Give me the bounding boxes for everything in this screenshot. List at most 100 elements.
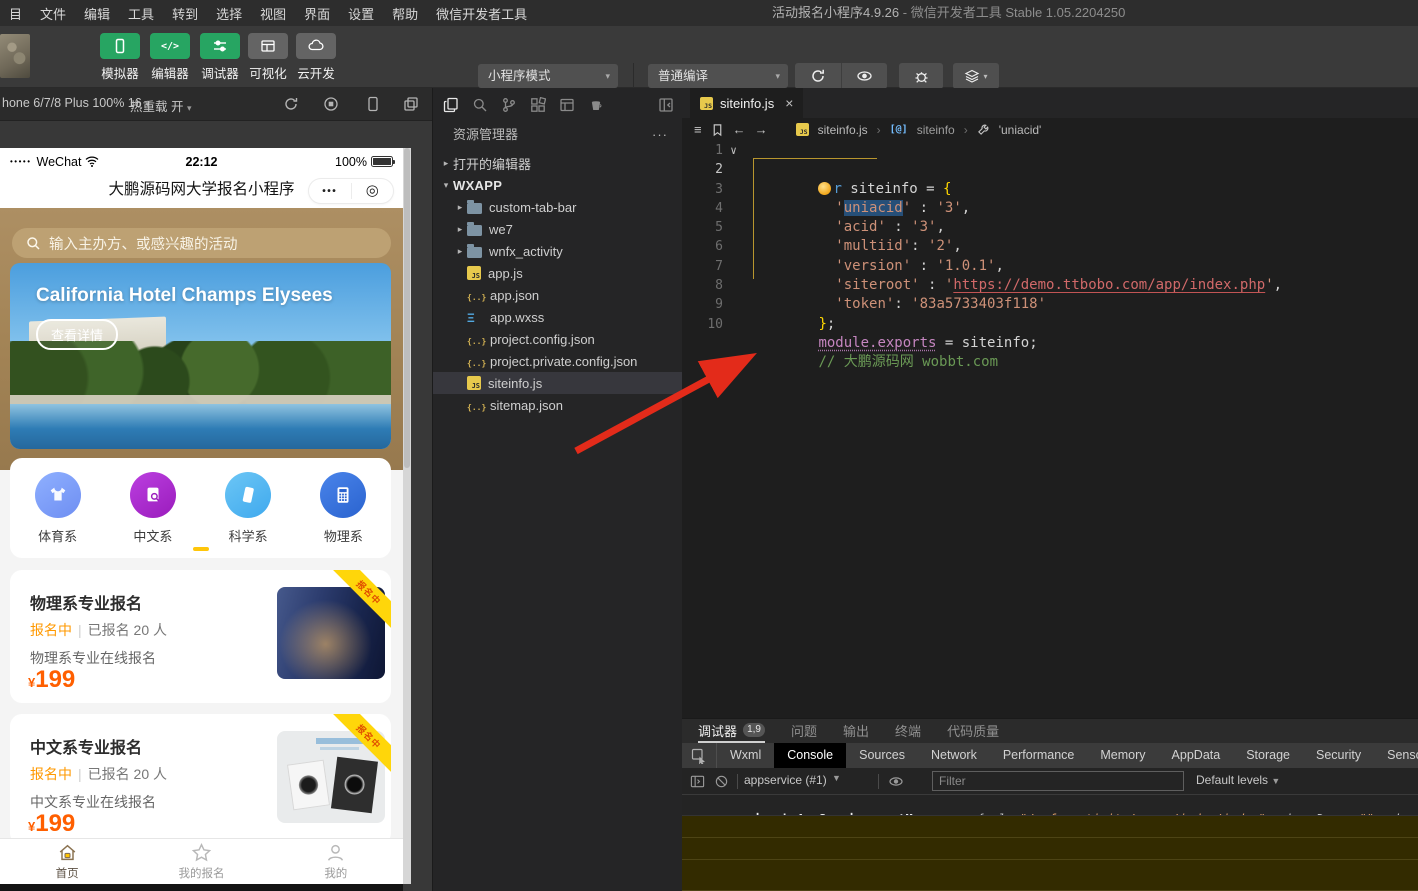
menu-item[interactable]: 界面: [295, 4, 339, 23]
rotate-icon[interactable]: [283, 96, 299, 112]
devtools-tab[interactable]: Console: [774, 743, 846, 768]
collapse-sidebar-icon[interactable]: [658, 97, 674, 113]
tea-icon[interactable]: [588, 97, 605, 113]
clear-cache-button[interactable]: ▾: [953, 63, 999, 89]
breadcrumb-member[interactable]: 'uniacid': [999, 123, 1042, 137]
visualizer-toggle[interactable]: 可视化: [246, 33, 290, 82]
fold-chevron-icon[interactable]: [723, 295, 744, 314]
menu-item[interactable]: 文件: [31, 4, 75, 23]
tree-item[interactable]: app.wxss: [433, 306, 682, 328]
panel-tab[interactable]: 输出: [843, 719, 869, 743]
tree-item[interactable]: project.private.config.json: [433, 350, 682, 372]
more-icon[interactable]: •••: [309, 186, 351, 197]
fold-chevron-icon[interactable]: [723, 276, 744, 295]
fold-chevron-icon[interactable]: [723, 237, 744, 256]
tree-item[interactable]: ▸ custom-tab-bar: [433, 196, 682, 218]
forward-icon[interactable]: →: [755, 122, 768, 137]
record-stop-icon[interactable]: [323, 96, 339, 112]
panel-tab[interactable]: 代码质量: [947, 719, 999, 743]
breadcrumb-symbol[interactable]: siteinfo: [917, 123, 955, 137]
fold-chevron-icon[interactable]: [723, 218, 744, 237]
tree-item[interactable]: app.json: [433, 284, 682, 306]
tree-item[interactable]: app.js: [433, 262, 682, 284]
fold-chevron-icon[interactable]: [723, 315, 744, 334]
inspect-element-icon[interactable]: [682, 743, 717, 768]
category-physics[interactable]: 物理系: [308, 472, 378, 558]
files-icon[interactable]: [443, 97, 459, 113]
devtools-tab[interactable]: Sources: [846, 743, 918, 768]
devtools-tab[interactable]: AppData: [1159, 743, 1234, 768]
fold-chevron-icon[interactable]: [723, 257, 744, 276]
tree-item[interactable]: ▸ 打开的编辑器: [433, 152, 682, 174]
menu-item[interactable]: 视图: [251, 4, 295, 23]
bookmark-icon[interactable]: [711, 123, 724, 137]
menu-item[interactable]: 目: [0, 4, 31, 23]
tree-item[interactable]: ▸ wnfx_activity: [433, 240, 682, 262]
live-expression-icon[interactable]: [888, 774, 904, 789]
menu-item[interactable]: 微信开发者工具: [427, 4, 536, 23]
category-sports[interactable]: 体育系: [23, 472, 93, 558]
activity-card-physics[interactable]: 物理系专业报名 报名中|已报名 20 人 物理系专业在线报名 ¥199 报名中: [10, 570, 391, 703]
console-row[interactable]: invokeAppService postMessage ▸{url: "/wn…: [682, 795, 1418, 816]
simulator-toggle[interactable]: 模拟器: [98, 33, 142, 82]
more-actions-icon[interactable]: ···: [652, 121, 668, 148]
menu-item[interactable]: 帮助: [383, 4, 427, 23]
menu-item[interactable]: 编辑: [75, 4, 119, 23]
devtools-tab[interactable]: Sensor: [1374, 743, 1418, 768]
tab-siteinfo-js[interactable]: siteinfo.js ×: [690, 88, 803, 118]
menu-item[interactable]: 转到: [163, 4, 207, 23]
devtools-tab[interactable]: Network: [918, 743, 990, 768]
execution-context-selector[interactable]: appservice (#1): [744, 773, 827, 787]
devtools-tab[interactable]: Wxml: [717, 743, 774, 768]
console-row[interactable]: ⚠▸Setting data field "cateswitch" to und…: [682, 838, 1418, 860]
fold-chevron-icon[interactable]: ∨: [723, 141, 744, 160]
preview-button[interactable]: [841, 63, 887, 89]
code-editor[interactable]: 1 ∨ r siteinfo = { 2 'uniacid' : '3', 3 …: [682, 141, 1418, 718]
devtools-tab[interactable]: Performance: [990, 743, 1088, 768]
devtools-tab[interactable]: Security: [1303, 743, 1374, 768]
banner-detail-button[interactable]: 查看详情: [36, 319, 118, 350]
tab-my-registrations[interactable]: 我的报名: [134, 839, 268, 884]
source-control-icon[interactable]: [501, 97, 517, 113]
panel-tab[interactable]: 问题: [791, 719, 817, 743]
back-icon[interactable]: ←: [733, 122, 746, 137]
tree-item[interactable]: ▸ we7: [433, 218, 682, 240]
tree-item[interactable]: siteinfo.js: [433, 372, 682, 394]
tab-profile[interactable]: 我的: [269, 839, 403, 884]
clear-console-icon[interactable]: [714, 774, 729, 789]
close-target-icon[interactable]: ◎: [352, 179, 394, 203]
breadcrumb-file[interactable]: siteinfo.js: [818, 123, 868, 137]
npm-panel-icon[interactable]: [559, 97, 575, 113]
fold-chevron-icon[interactable]: [723, 160, 744, 179]
detach-window-icon[interactable]: [403, 96, 419, 112]
show-sidebar-icon[interactable]: [690, 774, 705, 789]
banner-card[interactable]: California Hotel Champs Elysees 查看详情: [10, 263, 391, 449]
console-row[interactable]: ⚠[自动热重载] 已开启代码文件保存后自动热重载（不支持 json）: [682, 816, 1418, 838]
log-levels-dropdown[interactable]: Default levels ▼: [1196, 773, 1280, 787]
console-filter-input[interactable]: [932, 771, 1184, 791]
debugger-toggle[interactable]: 调试器: [198, 33, 242, 82]
console-row[interactable]: ⚠[wnfx_activity/pages/user/user] Some se…: [682, 860, 1418, 891]
tree-item[interactable]: ▾ WXAPP: [433, 174, 682, 196]
tree-item[interactable]: project.config.json: [433, 328, 682, 350]
close-icon[interactable]: ×: [785, 95, 793, 111]
tree-item[interactable]: sitemap.json: [433, 394, 682, 416]
extensions-icon[interactable]: [530, 97, 546, 113]
outline-icon[interactable]: ≡: [694, 122, 702, 137]
search-bar[interactable]: 输入主办方、或感兴趣的活动: [12, 228, 391, 258]
compile-button[interactable]: [795, 63, 841, 89]
phone-scrollbar[interactable]: [403, 148, 411, 884]
category-science[interactable]: 科学系: [213, 472, 283, 558]
editor-toggle[interactable]: </> 编辑器: [148, 33, 192, 82]
category-chinese[interactable]: 中文系: [118, 472, 188, 558]
devtools-tab[interactable]: Memory: [1087, 743, 1158, 768]
user-avatar[interactable]: [0, 34, 30, 78]
compile-mode-dropdown[interactable]: 普通编译▾: [648, 64, 788, 88]
hot-reload-toggle[interactable]: 热重载 开 ▾: [130, 96, 192, 115]
panel-tab[interactable]: 调试器 1,9: [698, 719, 765, 743]
menu-item[interactable]: 工具: [119, 4, 163, 23]
phone-frame-icon[interactable]: [366, 96, 380, 112]
mode-dropdown[interactable]: 小程序模式▾: [478, 64, 618, 88]
panel-tab[interactable]: 终端: [895, 719, 921, 743]
search-icon[interactable]: [472, 97, 488, 113]
